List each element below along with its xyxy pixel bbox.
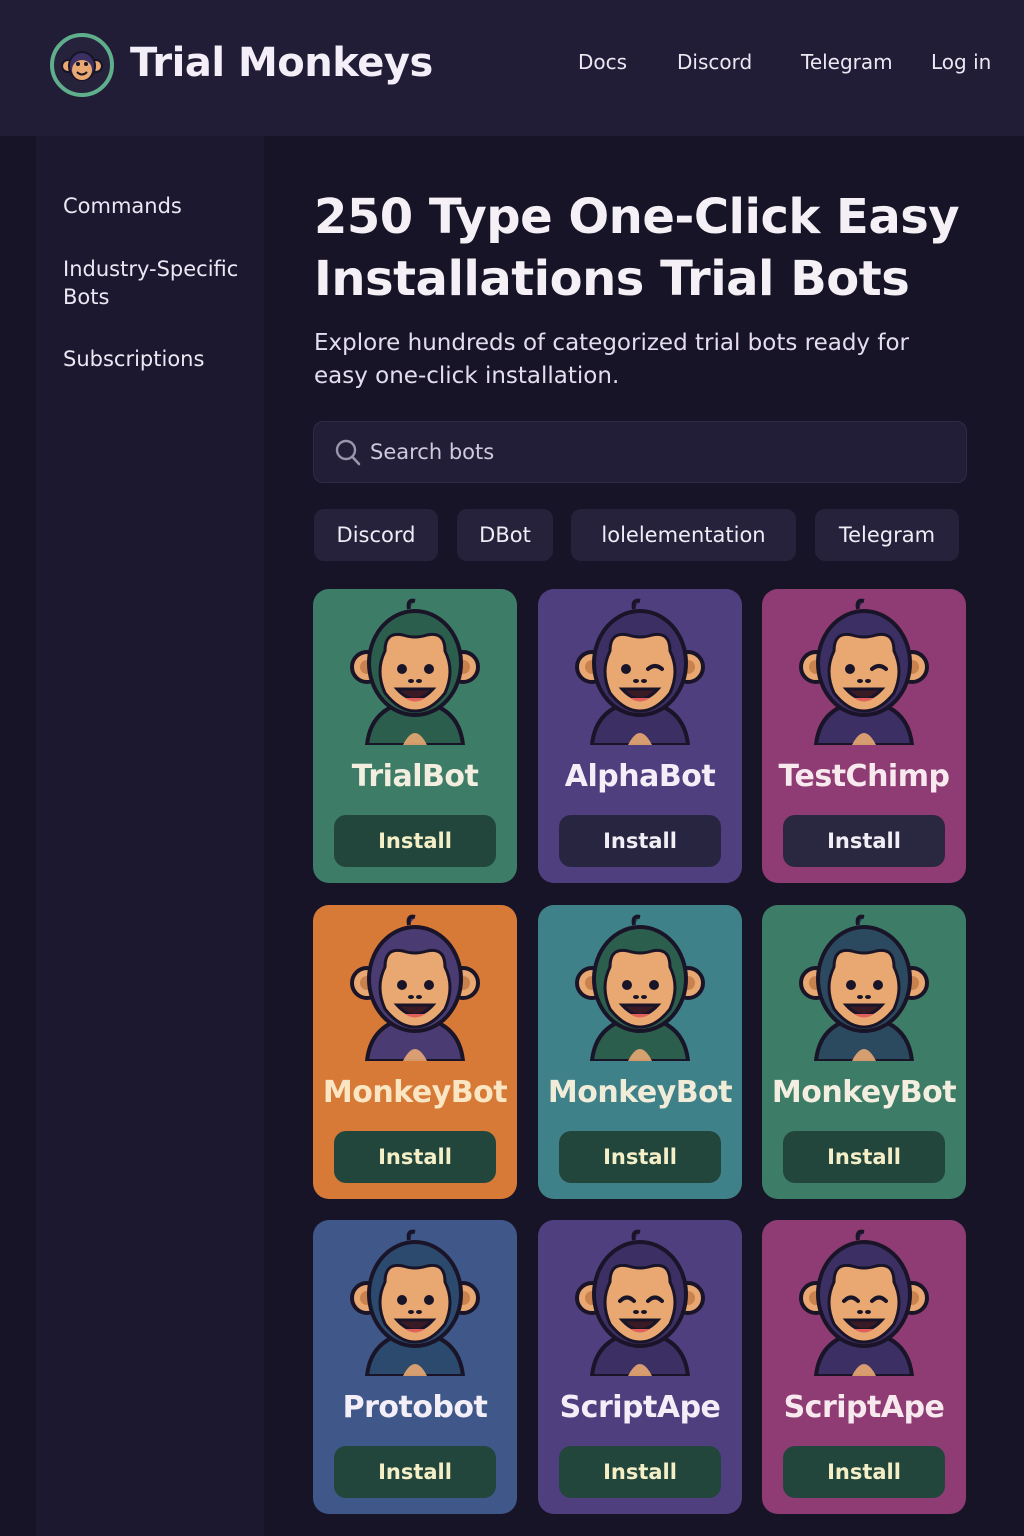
bot-name: Protobot (342, 1390, 488, 1425)
sidebar-item-subscriptions[interactable]: Subscriptions (63, 345, 263, 373)
top-header: Trial Monkeys Docs Discord Telegram Log … (0, 0, 1024, 136)
bot-name: MonkeyBot (547, 1075, 733, 1110)
install-button[interactable]: Install (559, 1131, 721, 1183)
install-button[interactable]: Install (783, 815, 945, 867)
bot-name: TestChimp (778, 759, 950, 794)
sidebar: Commands Industry-Specific Bots Subscrip… (36, 136, 264, 1536)
search-input[interactable] (370, 434, 930, 470)
monkey-avatar-icon (350, 598, 480, 745)
bot-name: MonkeyBot (322, 1075, 508, 1110)
bot-card[interactable]: MonkeyBot Install (538, 905, 742, 1199)
monkey-avatar-icon (799, 598, 929, 745)
bot-name: MonkeyBot (771, 1075, 957, 1110)
monkey-avatar-icon (575, 598, 705, 745)
logo-monkey-icon[interactable] (50, 33, 114, 97)
bot-card[interactable]: AlphaBot Install (538, 589, 742, 883)
nav-discord[interactable]: Discord (677, 50, 752, 74)
monkey-avatar-icon (575, 1229, 705, 1376)
nav-docs[interactable]: Docs (578, 50, 627, 74)
install-button[interactable]: Install (783, 1131, 945, 1183)
bot-card[interactable]: MonkeyBot Install (313, 905, 517, 1199)
bot-card[interactable]: Protobot Install (313, 1220, 517, 1514)
nav-telegram[interactable]: Telegram (801, 50, 893, 74)
filter-chip-lolelementation[interactable]: lolelementation (571, 509, 796, 561)
sidebar-item-industry-specific-bots[interactable]: Industry-Specific Bots (63, 255, 258, 311)
monkey-avatar-icon (350, 914, 480, 1061)
bot-name: ScriptApe (559, 1390, 721, 1425)
install-button[interactable]: Install (334, 1131, 496, 1183)
page-subtitle: Explore hundreds of categorized trial bo… (314, 330, 909, 389)
bot-name: ScriptApe (783, 1390, 945, 1425)
monkey-avatar-icon (799, 1229, 929, 1376)
filter-chip-telegram[interactable]: Telegram (815, 509, 959, 561)
monkey-avatar-icon (350, 1229, 480, 1376)
install-button[interactable]: Install (559, 1446, 721, 1498)
install-button[interactable]: Install (334, 1446, 496, 1498)
install-button[interactable]: Install (334, 815, 496, 867)
bot-card[interactable]: TrialBot Install (313, 589, 517, 883)
monkey-avatar-icon (575, 914, 705, 1061)
bot-card[interactable]: MonkeyBot Install (762, 905, 966, 1199)
install-button[interactable]: Install (783, 1446, 945, 1498)
bot-name: AlphaBot (564, 759, 716, 794)
search-icon (335, 439, 361, 466)
sidebar-item-commands[interactable]: Commands (63, 192, 263, 220)
bot-card[interactable]: ScriptApe Install (538, 1220, 742, 1514)
nav-login[interactable]: Log in (931, 50, 991, 74)
filter-chip-discord[interactable]: Discord (314, 509, 438, 561)
brand-name[interactable]: Trial Monkeys (130, 40, 433, 86)
filter-chip-dbot[interactable]: DBot (457, 509, 553, 561)
bot-name: TrialBot (351, 759, 479, 794)
bot-card[interactable]: TestChimp Install (762, 589, 966, 883)
install-button[interactable]: Install (559, 815, 721, 867)
monkey-avatar-icon (799, 914, 929, 1061)
search-box[interactable] (313, 421, 967, 483)
bot-card[interactable]: ScriptApe Install (762, 1220, 966, 1514)
page-title: 250 Type One-Click Easy Installations Tr… (314, 189, 960, 307)
